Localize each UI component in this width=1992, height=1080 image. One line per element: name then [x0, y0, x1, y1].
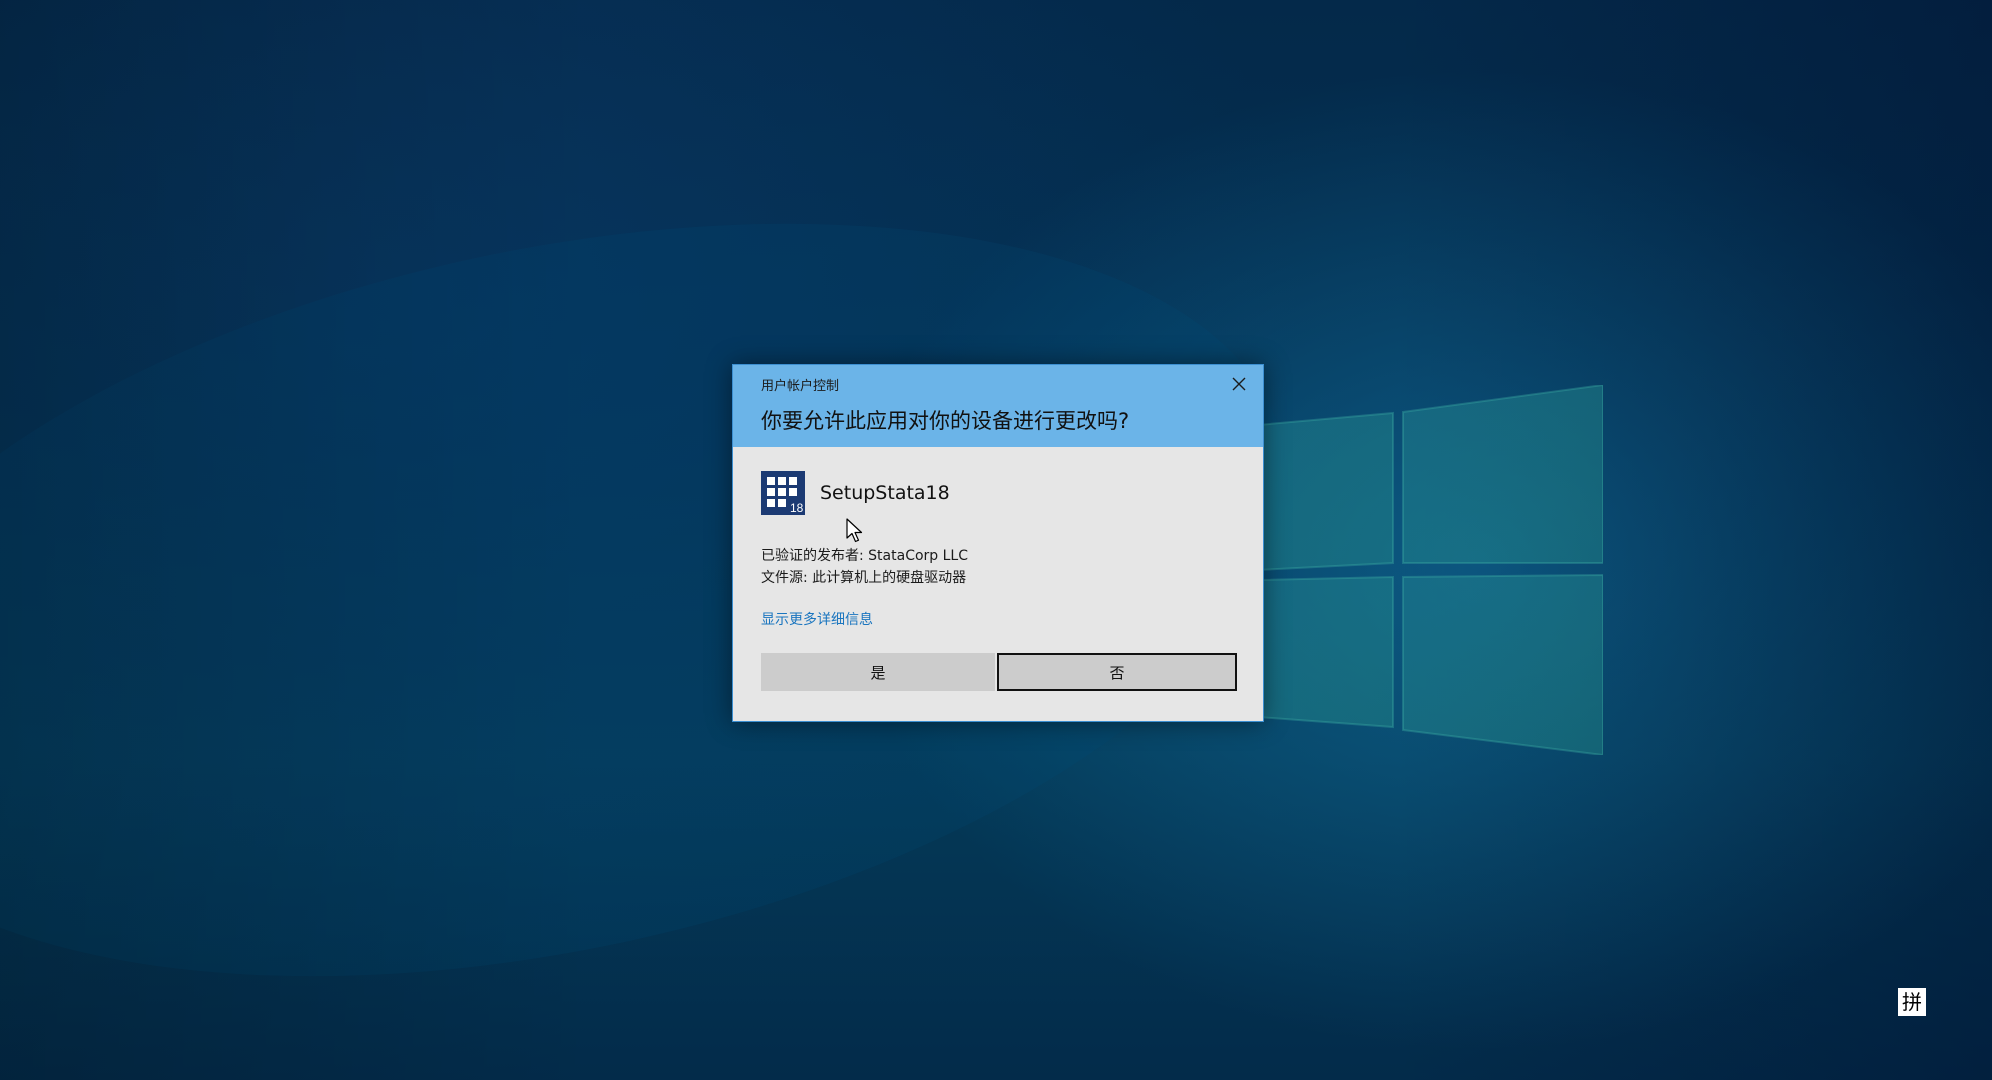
ime-indicator[interactable]: 拼 — [1898, 988, 1926, 1016]
file-source-line: 文件源: 此计算机上的硬盘驱动器 — [761, 570, 967, 586]
uac-header: 用户帐户控制 你要允许此应用对你的设备进行更改吗? — [733, 365, 1263, 447]
windows-logo-icon — [1258, 385, 1603, 755]
app-name: SetupStata18 — [820, 482, 950, 504]
close-icon — [1232, 377, 1246, 391]
app-row: 18 SetupStata18 — [761, 471, 950, 515]
show-more-details-link[interactable]: 显示更多详细信息 — [761, 609, 873, 629]
no-button[interactable]: 否 — [997, 653, 1237, 691]
mouse-cursor-icon — [846, 518, 864, 544]
publisher-line: 已验证的发布者: StataCorp LLC — [761, 548, 968, 564]
app-icon-badge: 18 — [790, 501, 804, 515]
dialog-caption: 用户帐户控制 — [761, 379, 840, 394]
uac-body: 18 SetupStata18 已验证的发布者: StataCorp LLC 文… — [733, 447, 1263, 721]
uac-dialog: 用户帐户控制 你要允许此应用对你的设备进行更改吗? 18 SetupStata1… — [732, 364, 1264, 722]
yes-button[interactable]: 是 — [761, 653, 995, 691]
desktop-background: 用户帐户控制 你要允许此应用对你的设备进行更改吗? 18 SetupStata1… — [0, 0, 1992, 1080]
close-button[interactable] — [1225, 370, 1253, 398]
dialog-question: 你要允许此应用对你的设备进行更改吗? — [761, 409, 1130, 433]
stata-app-icon: 18 — [761, 471, 805, 515]
